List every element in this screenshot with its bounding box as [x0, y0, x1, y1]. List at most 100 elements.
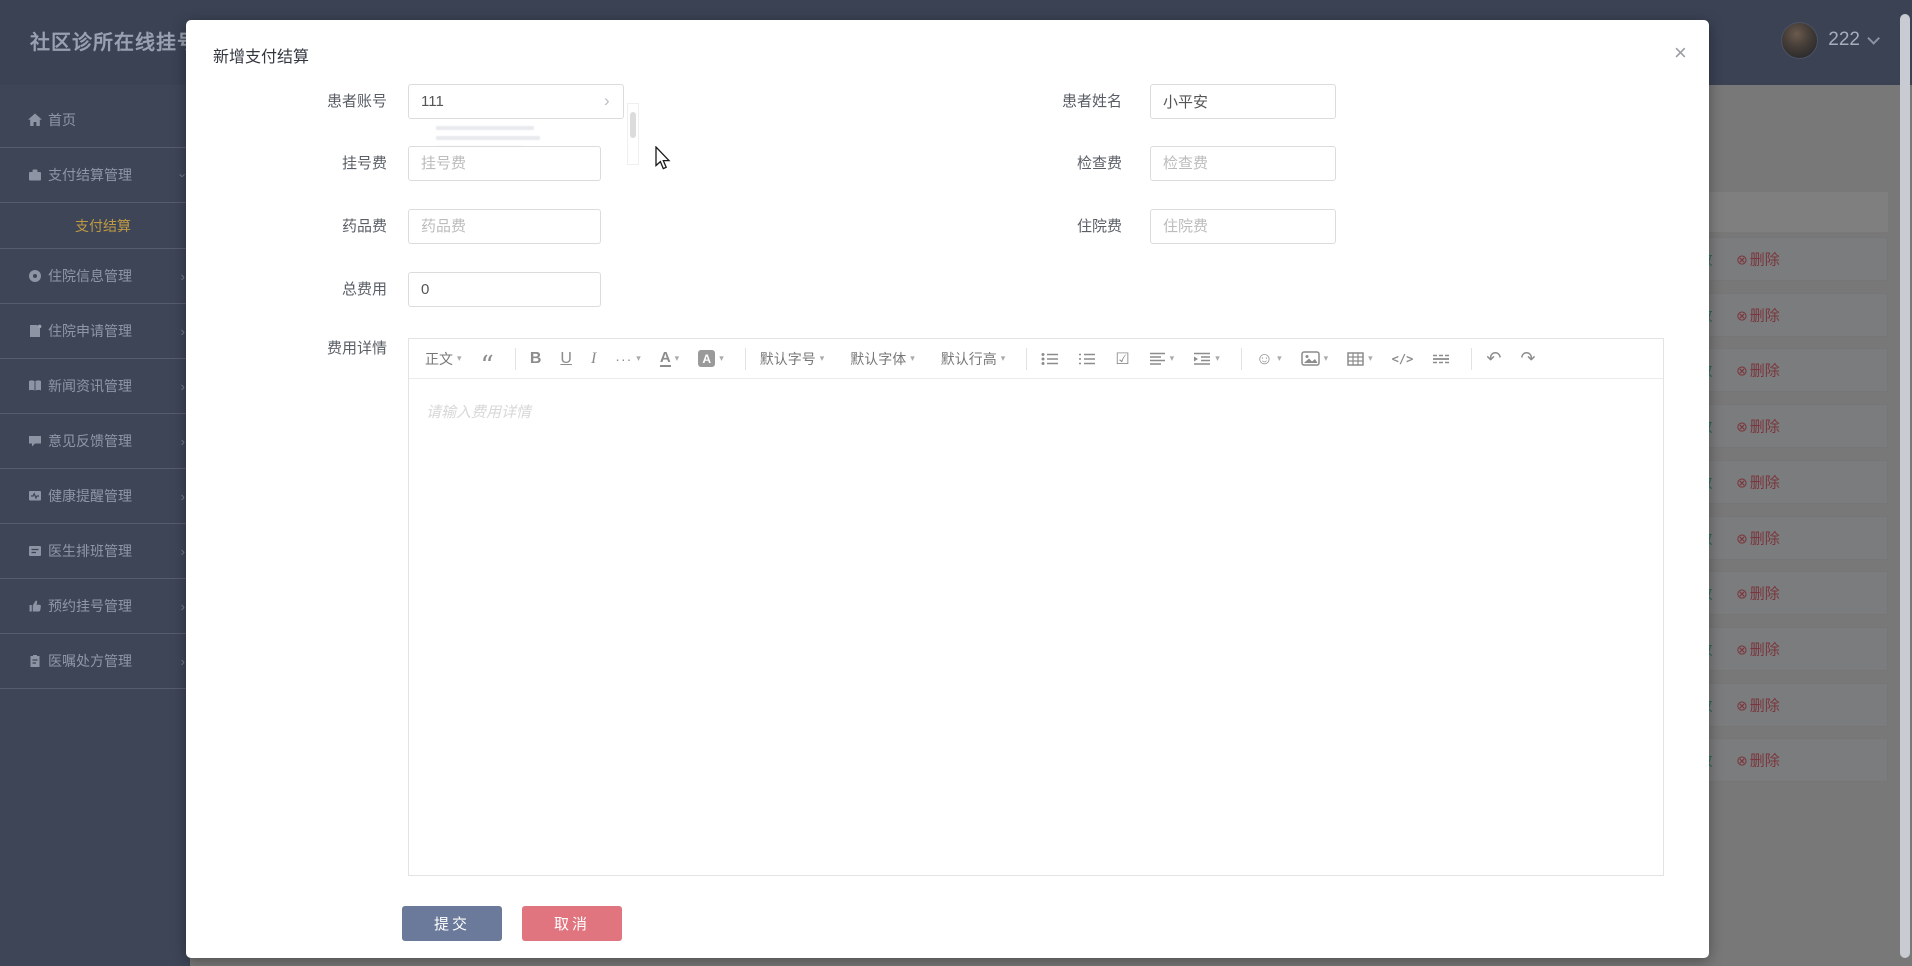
fee-details-label: 费用详情: [326, 340, 387, 357]
hospitalization-fee-label: 住院费: [1076, 218, 1122, 235]
sidebar-item-hospitalization-info[interactable]: 住院信息管理 ›: [0, 249, 190, 304]
font-size-dropdown[interactable]: 默认字号 ▾: [760, 349, 825, 369]
bg-color-dropdown[interactable]: A ▾: [698, 350, 724, 367]
sidebar-item-label: 住院申请管理: [48, 323, 132, 339]
underline-icon[interactable]: U: [560, 350, 572, 368]
rich-text-editor: 正文 ▾ “ B U I ··· ▾ A ▾ A ▾ 默认字号 ▾ 默认字体 ▾ 默认行高 ▾…: [408, 338, 1664, 876]
booking-icon: [27, 598, 43, 614]
italic-icon[interactable]: I: [591, 350, 596, 368]
toolbar-divider: [514, 347, 516, 370]
health-icon: [27, 488, 43, 504]
cancel-button[interactable]: 取消: [522, 906, 622, 941]
sidebar-item-appointment[interactable]: 预约挂号管理 ›: [0, 579, 190, 634]
quote-icon[interactable]: “: [481, 353, 494, 379]
chevron-right-icon: ›: [180, 378, 185, 394]
toolbar-divider: [1471, 347, 1473, 370]
editor-toolbar: 正文 ▾ “ B U I ··· ▾ A ▾ A ▾ 默认字号 ▾ 默认字体 ▾ 默认行高 ▾…: [409, 339, 1663, 379]
sidebar-item-label: 健康提醒管理: [48, 488, 132, 504]
sidebar-item-feedback[interactable]: 意见反馈管理 ›: [0, 414, 190, 469]
redo-icon[interactable]: ↷: [1520, 348, 1535, 369]
sidebar: 首页 支付结算管理 › 支付结算 住院信息管理 › 住院申请管理 › 新闻资讯管理 › 意见反馈管理…: [0, 85, 190, 966]
sidebar-item-label: 住院信息管理: [48, 268, 132, 284]
indent-dropdown[interactable]: ▾: [1193, 352, 1220, 366]
chevron-right-icon: ›: [180, 543, 185, 559]
bold-icon[interactable]: B: [530, 350, 542, 368]
avatar[interactable]: [1781, 21, 1819, 59]
feedback-icon: [27, 433, 43, 449]
more-styles-dropdown[interactable]: ··· ▾: [615, 351, 641, 367]
todo-list-icon[interactable]: ☑: [1115, 349, 1129, 369]
record-icon: [27, 268, 43, 284]
total-fee-label: 总费用: [341, 281, 387, 298]
briefcase-icon: [27, 167, 43, 183]
chevron-right-icon: ›: [180, 268, 185, 284]
table-dropdown[interactable]: ▾: [1347, 351, 1373, 366]
medicine-fee-input[interactable]: [408, 209, 601, 244]
patient-name-label: 患者姓名: [1061, 93, 1122, 110]
chevron-right-icon: ›: [180, 488, 185, 504]
toolbar-divider: [1240, 347, 1242, 370]
scrollbar-thumb[interactable]: [1900, 14, 1910, 958]
sidebar-item-label: 意见反馈管理: [48, 433, 132, 449]
sidebar-item-label: 医嘱处方管理: [48, 653, 132, 669]
prescription-icon: [27, 653, 43, 669]
app-root: 社区诊所在线挂号系统 222 首页 支付结算管理 › 支付结算 住院信息管理 › 住院申请管…: [0, 0, 1912, 966]
dropdown-ghost-scrollbar: [627, 103, 639, 165]
sidebar-item-home[interactable]: 首页: [0, 93, 190, 148]
justify-dropdown[interactable]: ▾: [1149, 352, 1174, 366]
emoji-dropdown[interactable]: ☺ ▾: [1256, 349, 1282, 369]
line-height-dropdown[interactable]: 默认行高 ▾: [941, 349, 1006, 369]
sidebar-item-payment-mgmt[interactable]: 支付结算管理 ›: [0, 148, 190, 203]
sidebar-item-news[interactable]: 新闻资讯管理 ›: [0, 359, 190, 414]
user-menu[interactable]: 222: [1781, 20, 1880, 60]
chevron-down-icon: [1867, 31, 1880, 45]
sidebar-item-label: 支付结算: [75, 217, 131, 234]
username: 222: [1828, 29, 1860, 50]
examination-fee-label: 检查费: [1076, 155, 1122, 172]
sidebar-item-payment-settlement[interactable]: 支付结算: [0, 203, 190, 249]
chevron-right-icon: ›: [180, 653, 185, 669]
sidebar-item-label: 预约挂号管理: [48, 598, 132, 614]
close-icon[interactable]: ×: [1674, 42, 1687, 64]
schedule-icon: [27, 543, 43, 559]
sidebar-item-doctor-schedule[interactable]: 医生排班管理 ›: [0, 524, 190, 579]
submit-button[interactable]: 提交: [402, 906, 502, 941]
ordered-list-icon[interactable]: [1078, 352, 1096, 366]
sidebar-item-label: 新闻资讯管理: [48, 378, 132, 394]
chevron-right-icon: ›: [180, 598, 185, 614]
font-family-dropdown[interactable]: 默认字体 ▾: [850, 349, 915, 369]
dialog-title: 新增支付结算: [213, 49, 310, 66]
split-line-icon[interactable]: [1432, 352, 1450, 366]
sidebar-item-hospitalization-apply[interactable]: 住院申请管理 ›: [0, 304, 190, 359]
sidebar-item-label: 首页: [48, 112, 76, 128]
caret-down-icon: ▾: [457, 353, 462, 363]
patient-name-input[interactable]: [1150, 84, 1336, 119]
paragraph-style-dropdown[interactable]: 正文 ▾: [425, 349, 462, 369]
sidebar-item-prescription[interactable]: 医嘱处方管理 ›: [0, 634, 190, 689]
code-icon[interactable]: </>: [1392, 352, 1414, 366]
chevron-right-icon: ›: [180, 323, 185, 339]
add-payment-dialog: 新增支付结算 × 患者账号 › 患者姓名 挂号费 检查费 药品费 住院费 总费用…: [186, 20, 1709, 958]
medicine-fee-label: 药品费: [341, 218, 387, 235]
home-icon: [27, 112, 43, 128]
editor-placeholder: 请输入费用详情: [426, 404, 532, 421]
patient-account-input[interactable]: [408, 84, 624, 119]
font-color-dropdown[interactable]: A ▾: [659, 350, 679, 367]
editor-content-area[interactable]: 请输入费用详情: [409, 379, 1663, 876]
sidebar-item-health-reminder[interactable]: 健康提醒管理 ›: [0, 469, 190, 524]
image-dropdown[interactable]: ▾: [1300, 351, 1328, 366]
patient-account-label: 患者账号: [326, 93, 387, 110]
toolbar-divider: [744, 347, 746, 370]
bullet-list-icon[interactable]: [1041, 352, 1059, 366]
registration-fee-label: 挂号费: [341, 155, 387, 172]
sidebar-item-label: 医生排班管理: [48, 543, 132, 559]
news-icon: [27, 378, 43, 394]
examination-fee-input[interactable]: [1150, 146, 1336, 181]
registration-fee-input[interactable]: [408, 146, 601, 181]
scrollbar-track[interactable]: [1899, 0, 1912, 966]
sidebar-item-label: 支付结算管理: [48, 167, 132, 183]
chevron-right-icon[interactable]: ›: [604, 91, 610, 111]
undo-icon[interactable]: ↶: [1486, 348, 1501, 369]
total-fee-input[interactable]: [408, 272, 601, 307]
hospitalization-fee-input[interactable]: [1150, 209, 1336, 244]
